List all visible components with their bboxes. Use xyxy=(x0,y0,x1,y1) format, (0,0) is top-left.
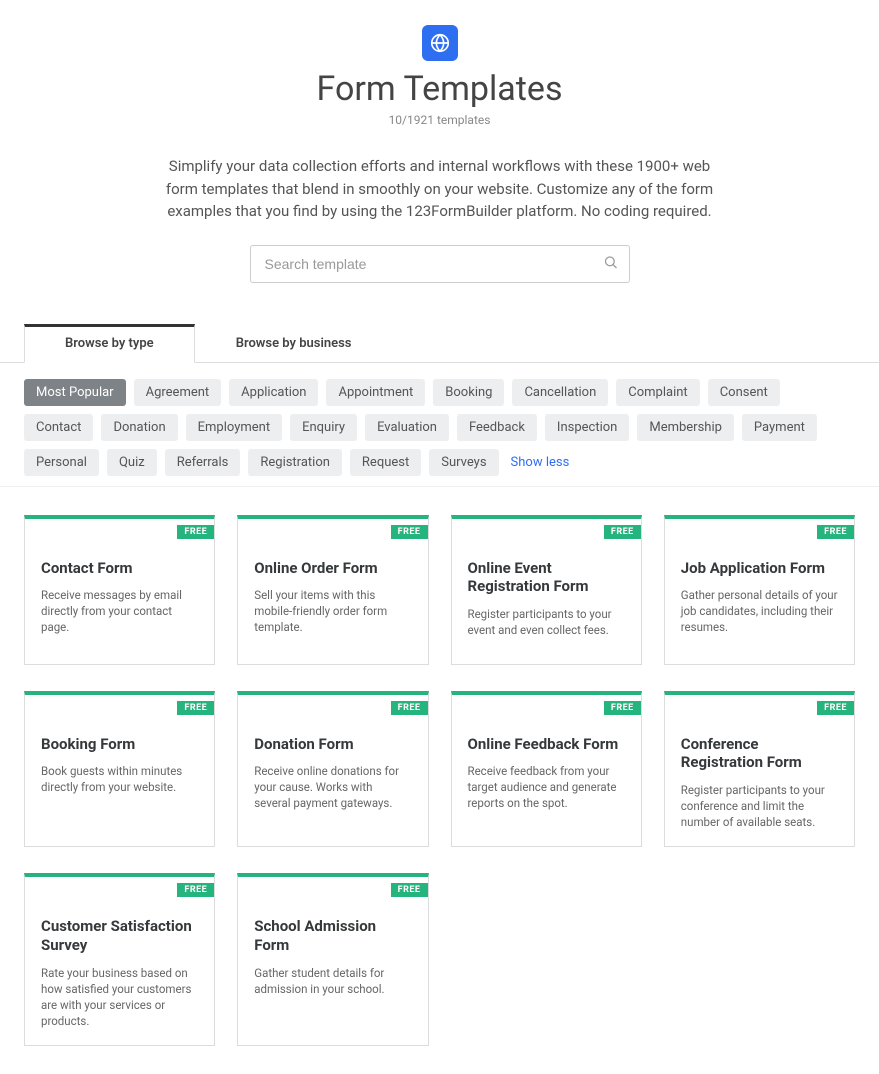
show-less-link[interactable]: Show less xyxy=(507,449,574,476)
free-badge: FREE xyxy=(391,701,428,715)
free-badge: FREE xyxy=(177,883,214,897)
filter-chip-consent[interactable]: Consent xyxy=(708,379,780,406)
filter-chip-surveys[interactable]: Surveys xyxy=(429,449,498,476)
template-card[interactable]: FREE Contact Form Receive messages by emai… xyxy=(24,515,215,665)
free-badge: FREE xyxy=(391,525,428,539)
filter-chip-complaint[interactable]: Complaint xyxy=(616,379,699,406)
filter-chip-membership[interactable]: Membership xyxy=(637,414,734,441)
card-title: Online Feedback Form xyxy=(468,735,625,754)
free-badge: FREE xyxy=(177,701,214,715)
card-title: Conference Registration Form xyxy=(681,735,838,773)
page-title: Form Templates xyxy=(20,69,859,109)
tab-browse-by-type[interactable]: Browse by type xyxy=(24,324,195,363)
intro-text: Simplify your data collection efforts an… xyxy=(160,155,720,223)
filter-chip-application[interactable]: Application xyxy=(229,379,318,406)
card-title: School Admission Form xyxy=(254,917,411,955)
template-card[interactable]: FREE Booking Form Book guests within minut… xyxy=(24,691,215,848)
template-card[interactable]: FREE Online Event Registration Form Regist… xyxy=(451,515,642,665)
free-badge: FREE xyxy=(817,701,854,715)
filter-chip-agreement[interactable]: Agreement xyxy=(134,379,222,406)
template-count: 10/1921 templates xyxy=(20,113,859,127)
card-description: Book guests within minutes directly from… xyxy=(41,763,198,795)
free-badge: FREE xyxy=(817,525,854,539)
card-description: Gather personal details of your job cand… xyxy=(681,587,838,635)
template-card[interactable]: FREE Customer Satisfaction Survey Rate you… xyxy=(24,873,215,1046)
globe-icon xyxy=(422,25,458,61)
card-title: Booking Form xyxy=(41,735,198,754)
template-card-grid: FREE Contact Form Receive messages by emai… xyxy=(0,487,879,1074)
tabs-row: Browse by typeBrowse by business xyxy=(0,323,879,363)
free-badge: FREE xyxy=(604,525,641,539)
card-description: Register participants to your conference… xyxy=(681,782,838,830)
card-title: Contact Form xyxy=(41,559,198,578)
filter-chip-quiz[interactable]: Quiz xyxy=(107,449,157,476)
filter-chip-employment[interactable]: Employment xyxy=(186,414,282,441)
filter-chip-registration[interactable]: Registration xyxy=(248,449,342,476)
template-card[interactable]: FREE Donation Form Receive online donation… xyxy=(237,691,428,848)
template-card[interactable]: FREE Conference Registration Form Register… xyxy=(664,691,855,848)
template-card[interactable]: FREE Job Application Form Gather personal … xyxy=(664,515,855,665)
filter-chip-booking[interactable]: Booking xyxy=(433,379,504,406)
filter-chip-inspection[interactable]: Inspection xyxy=(545,414,629,441)
card-description: Receive messages by email directly from … xyxy=(41,587,198,635)
card-description: Sell your items with this mobile-friendl… xyxy=(254,587,411,635)
card-description: Gather student details for admission in … xyxy=(254,965,411,997)
template-card[interactable]: FREE Online Feedback Form Receive feedback… xyxy=(451,691,642,848)
filter-chip-evaluation[interactable]: Evaluation xyxy=(365,414,449,441)
template-card[interactable]: FREE School Admission Form Gather student … xyxy=(237,873,428,1046)
card-description: Register participants to your event and … xyxy=(468,606,625,638)
free-badge: FREE xyxy=(177,525,214,539)
filter-chip-feedback[interactable]: Feedback xyxy=(457,414,537,441)
filter-chip-contact[interactable]: Contact xyxy=(24,414,93,441)
filter-chip-referrals[interactable]: Referrals xyxy=(165,449,241,476)
card-description: Receive feedback from your target audien… xyxy=(468,763,625,811)
card-title: Customer Satisfaction Survey xyxy=(41,917,198,955)
hero-section: Form Templates 10/1921 templates Simplif… xyxy=(0,0,879,313)
filter-chip-appointment[interactable]: Appointment xyxy=(326,379,425,406)
free-badge: FREE xyxy=(604,701,641,715)
tab-browse-by-business[interactable]: Browse by business xyxy=(195,324,393,363)
filter-chip-row: Most Popular Agreement Application Appointm… xyxy=(0,363,879,487)
filter-chip-request[interactable]: Request xyxy=(350,449,421,476)
card-description: Rate your business based on how satisfie… xyxy=(41,965,198,1029)
card-title: Donation Form xyxy=(254,735,411,754)
filter-chip-cancellation[interactable]: Cancellation xyxy=(512,379,608,406)
filter-chip-personal[interactable]: Personal xyxy=(24,449,99,476)
filter-chip-payment[interactable]: Payment xyxy=(742,414,817,441)
filter-chip-enquiry[interactable]: Enquiry xyxy=(290,414,357,441)
search-icon[interactable] xyxy=(603,254,618,273)
search-input[interactable] xyxy=(250,245,630,283)
filter-chip-donation[interactable]: Donation xyxy=(101,414,177,441)
filter-chip-most-popular[interactable]: Most Popular xyxy=(24,379,126,406)
card-title: Job Application Form xyxy=(681,559,838,578)
search-wrap xyxy=(250,245,630,283)
free-badge: FREE xyxy=(391,883,428,897)
card-title: Online Order Form xyxy=(254,559,411,578)
card-description: Receive online donations for your cause.… xyxy=(254,763,411,811)
card-title: Online Event Registration Form xyxy=(468,559,625,597)
template-card[interactable]: FREE Online Order Form Sell your items wit… xyxy=(237,515,428,665)
